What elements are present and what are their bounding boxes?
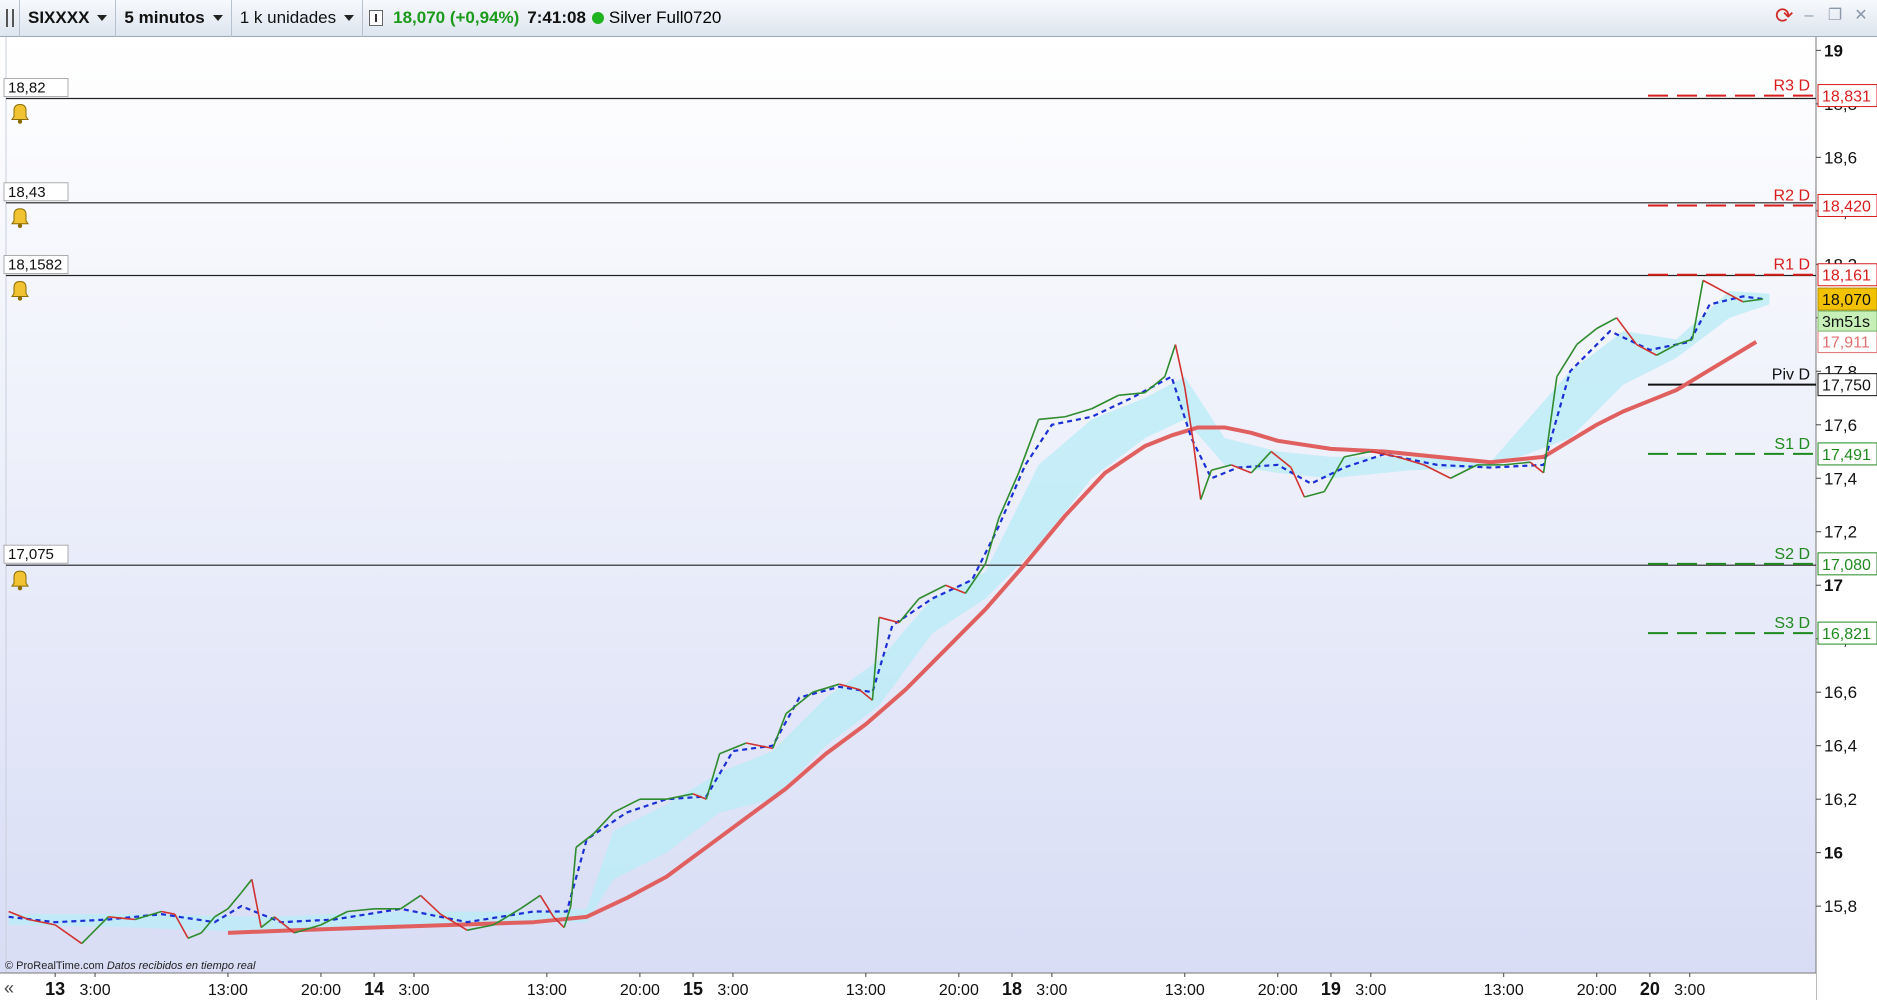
pivot-price-badge: 17,750: [1822, 378, 1871, 395]
pivot-price-badge: 18,831: [1822, 89, 1871, 106]
interval-label: 5 minutos: [124, 8, 205, 27]
price-tick-label: 16,2: [1824, 790, 1857, 809]
units-label: 1 k unidades: [239, 8, 337, 27]
chevron-down-icon: [344, 15, 355, 21]
units-selector[interactable]: 1 k unidades: [232, 0, 364, 37]
time-tick-label: 3:00: [79, 982, 110, 999]
price-tick-label: 17,6: [1824, 416, 1857, 435]
price-change: 18,070 (+0,94%): [393, 8, 520, 27]
info-icon[interactable]: [369, 10, 384, 26]
time-tick-label: 13:00: [1165, 982, 1205, 999]
time-tick-label: 15: [683, 979, 703, 999]
time-tick-label: 20:00: [620, 982, 660, 999]
price-tick-label: 18,6: [1824, 148, 1857, 167]
time-tick-label: 20:00: [301, 982, 341, 999]
credit-brand: © ProRealTime.com: [5, 960, 104, 972]
time-tick-label: 3:00: [1355, 982, 1386, 999]
credit-line: © ProRealTime.com Datos recibidos en tie…: [5, 960, 255, 972]
current-price-badge: 18,070: [1822, 292, 1871, 309]
time-tick-label: 13:00: [527, 982, 567, 999]
pivot-price-badge: 17,491: [1822, 447, 1871, 464]
pivot-price-badge: 16,821: [1822, 626, 1871, 643]
time-tick-label: 20:00: [1258, 982, 1298, 999]
restore-icon[interactable]: ❐: [1827, 8, 1843, 24]
time-tick-label: 19: [1321, 979, 1341, 999]
pivot-price-badge: 18,420: [1822, 198, 1871, 215]
price-tick-label: 16,6: [1824, 683, 1857, 702]
symbol-selector[interactable]: SIXXXX: [20, 0, 117, 37]
time-tick-label: 13:00: [846, 982, 886, 999]
time-tick-label: 13: [45, 979, 65, 999]
time-tick-label: 20: [1640, 979, 1660, 999]
time-tick-label: 3:00: [1036, 982, 1067, 999]
window-controls: ⟳ – ❐ ✕: [1775, 5, 1869, 27]
bell-body: [11, 104, 29, 121]
time-tick-label: 13:00: [1484, 982, 1524, 999]
minimize-icon[interactable]: –: [1801, 8, 1817, 24]
close-icon[interactable]: ✕: [1853, 8, 1869, 24]
credit-note: Datos recibidos en tiempo real: [106, 960, 256, 972]
bell-clapper: [17, 119, 23, 124]
toolbar: SIXXXX 5 minutos 1 k unidades 18,070 (+0…: [0, 0, 1877, 37]
price-tick-label: 17,2: [1824, 523, 1857, 542]
alert-label: 17,075: [8, 546, 54, 563]
time-tick-label: 3:00: [717, 982, 748, 999]
pivot-name: S1 D: [1774, 436, 1810, 453]
sync-icon[interactable]: ⟳: [1775, 5, 1793, 27]
plot-background: [0, 37, 1816, 973]
alert-label: 18,43: [8, 184, 46, 201]
symbol-label: SIXXXX: [28, 8, 90, 27]
price-tick-label: 17,4: [1824, 469, 1857, 488]
time-tick-label: 20:00: [939, 982, 979, 999]
chevron-down-icon: [97, 15, 108, 21]
pivot-price-badge: 17,080: [1822, 557, 1871, 574]
bell-body: [11, 280, 29, 297]
pivot-name: Piv D: [1772, 367, 1810, 384]
price-tick-label: 16,4: [1824, 737, 1857, 756]
drag-handle-icon[interactable]: [0, 0, 20, 37]
pivot-price-badge: 18,161: [1822, 268, 1871, 285]
contract-name: Silver Full0720: [608, 8, 722, 27]
alert-label: 18,1582: [8, 256, 62, 273]
time-tick-label: 14: [364, 979, 384, 999]
bell-clapper: [17, 585, 23, 591]
time-tick-label: 3:00: [398, 982, 429, 999]
ma-price-badge: 17,911: [1822, 335, 1870, 352]
clock: 7:41:08: [527, 8, 586, 27]
time-axis-background: [0, 973, 1816, 1000]
pivot-name: S3 D: [1774, 615, 1810, 632]
price-tick-label: 17: [1824, 576, 1843, 595]
price-tick-label: 15,8: [1824, 897, 1857, 916]
candle-countdown: 3m51s: [1822, 314, 1870, 331]
time-tick-label: 18: [1002, 979, 1022, 999]
bell-body: [11, 208, 29, 225]
pivot-name: R1 D: [1774, 257, 1810, 274]
scroll-left-icon[interactable]: «: [4, 978, 14, 999]
alert-label: 18,82: [8, 80, 46, 97]
pivot-name: R3 D: [1774, 78, 1810, 95]
time-tick-label: 20:00: [1577, 982, 1617, 999]
quote-info: 18,070 (+0,94%) 7:41:08 Silver Full0720: [363, 8, 721, 28]
price-chart[interactable]: 18,82 18,43 18,1582 17,075 R3 D R2 D R1 D Piv …: [0, 37, 1877, 1000]
time-tick-label: 13:00: [208, 982, 248, 999]
price-tick-label: 16: [1824, 844, 1843, 863]
bell-body: [11, 570, 29, 587]
interval-selector[interactable]: 5 minutos: [116, 0, 232, 37]
pivot-name: R2 D: [1774, 187, 1810, 204]
bell-clapper: [17, 223, 23, 229]
chevron-down-icon: [212, 15, 223, 21]
connection-status-icon: [591, 12, 604, 24]
bell-clapper: [17, 296, 23, 301]
time-tick-label: 3:00: [1674, 982, 1705, 999]
price-tick-label: 19: [1824, 41, 1843, 60]
pivot-name: S2 D: [1774, 546, 1810, 563]
